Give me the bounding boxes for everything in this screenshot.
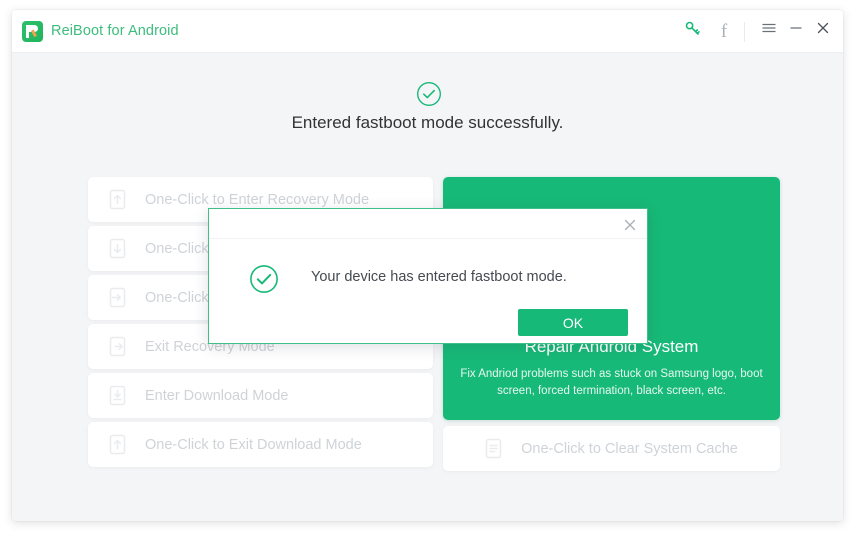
- option-row-label: Enter Download Mode: [145, 388, 288, 404]
- minimize-icon[interactable]: [784, 20, 808, 44]
- status-message: Entered fastboot mode successfully.: [12, 113, 843, 133]
- titlebar-divider: [744, 22, 745, 42]
- phone-exit-icon: [109, 336, 126, 357]
- facebook-glyph: f: [712, 20, 736, 44]
- main-content: Entered fastboot mode successfully. One-…: [12, 53, 843, 521]
- reiboot-logo-icon: [22, 21, 43, 42]
- phone-in-arrow-icon: [109, 287, 126, 308]
- option-row-enter-download-mode[interactable]: Enter Download Mode: [88, 373, 433, 418]
- option-row-label: One-Click to Enter Recovery Mode: [145, 192, 369, 208]
- close-icon[interactable]: [811, 20, 835, 44]
- clear-system-cache-label: One-Click to Clear System Cache: [521, 441, 738, 457]
- app-window: ReiBoot for Android f: [12, 10, 843, 521]
- success-check-icon: [416, 81, 442, 107]
- phone-up-arrow-icon: [109, 189, 126, 210]
- phone-cache-icon: [485, 438, 502, 459]
- phone-download-icon: [109, 385, 126, 406]
- app-title: ReiBoot for Android: [51, 23, 179, 39]
- option-row-label: One-Click to Exit Download Mode: [145, 437, 362, 453]
- dialog-header: [209, 209, 647, 239]
- key-icon[interactable]: [680, 20, 704, 44]
- clear-system-cache-card[interactable]: One-Click to Clear System Cache: [443, 426, 780, 471]
- phone-down-arrow-icon: [109, 238, 126, 259]
- dialog-success-check-icon: [249, 264, 279, 294]
- option-row-exit-download-mode[interactable]: One-Click to Exit Download Mode: [88, 422, 433, 467]
- hamburger-menu-icon[interactable]: [757, 20, 781, 44]
- phone-out-arrow-icon: [109, 434, 126, 455]
- fastboot-confirmation-dialog: Your device has entered fastboot mode. O…: [208, 208, 648, 344]
- dialog-message: Your device has entered fastboot mode.: [311, 269, 567, 285]
- ok-button[interactable]: OK: [518, 309, 628, 336]
- facebook-icon[interactable]: f: [712, 20, 736, 44]
- title-bar: ReiBoot for Android f: [12, 10, 843, 53]
- dialog-close-icon[interactable]: [619, 214, 641, 236]
- repair-panel-description: Fix Andriod problems such as stuck on Sa…: [459, 366, 764, 400]
